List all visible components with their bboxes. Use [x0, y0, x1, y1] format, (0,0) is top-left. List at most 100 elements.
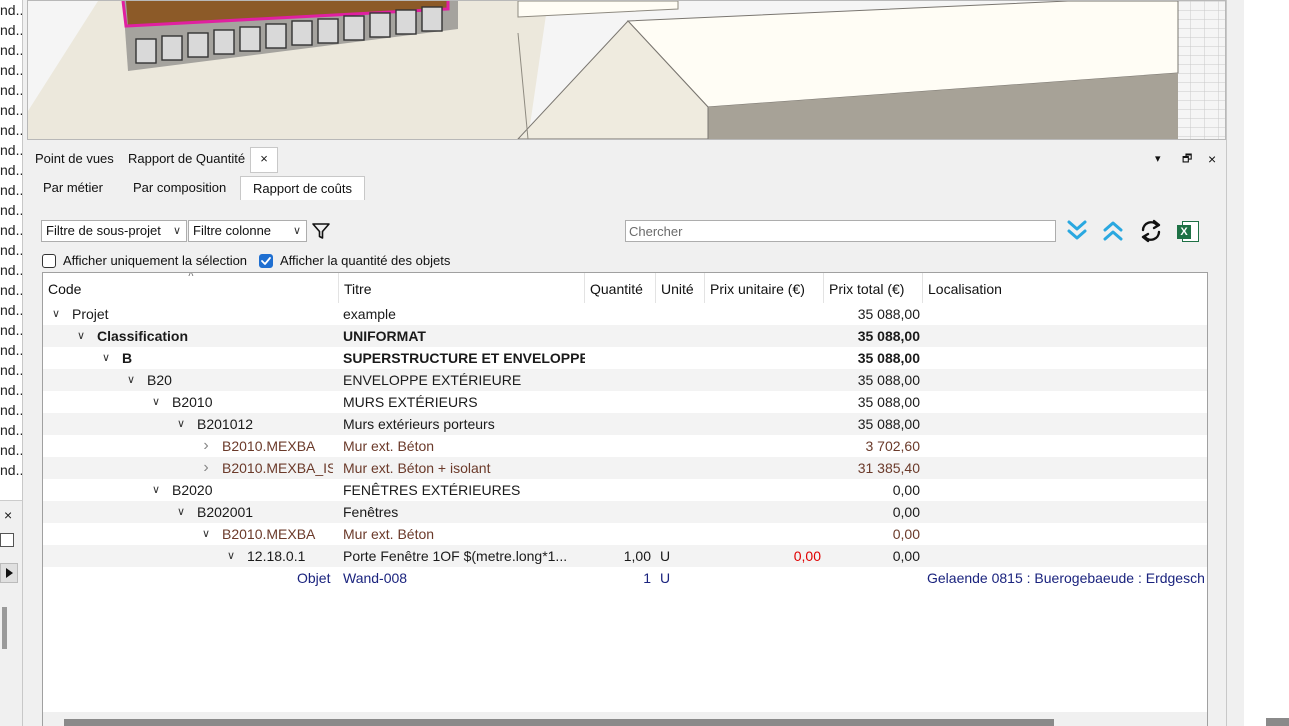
chevron-down-icon[interactable]: ∨	[49, 303, 63, 325]
cell-code: B2010.MEXBA_IS	[222, 460, 333, 476]
panel-close-icon[interactable]: ×	[1208, 150, 1216, 168]
left-list-item[interactable]: nd..	[0, 380, 22, 400]
chevron-down-icon[interactable]: ∨	[74, 325, 88, 347]
tab-point-de-vues[interactable]: Point de vues	[35, 146, 114, 172]
panel-menu-icon[interactable]: ▾	[1155, 150, 1161, 168]
show-selection-only-checkbox[interactable]	[42, 254, 56, 268]
refresh-icon[interactable]	[1138, 218, 1164, 244]
chevron-down-icon[interactable]: ∨	[199, 523, 213, 545]
left-list-item[interactable]: nd..	[0, 120, 22, 140]
left-list-item[interactable]: nd..	[0, 280, 22, 300]
table-row[interactable]: ∨ B2010.MEXBA Mur ext. Béton 0,00	[43, 523, 1207, 545]
cell-code: B201012	[197, 416, 254, 432]
chevron-down-icon[interactable]: ∨	[99, 347, 113, 369]
expand-all-icon[interactable]	[1065, 218, 1089, 244]
chevron-down-icon[interactable]: ∨	[149, 479, 163, 501]
filter-icon[interactable]	[311, 221, 331, 241]
left-list-item[interactable]: nd..	[0, 360, 22, 380]
left-list-item[interactable]: nd..	[0, 420, 22, 440]
left-list-item[interactable]: nd..	[0, 0, 22, 20]
left-play-button[interactable]	[0, 563, 18, 583]
cell-total: 0,00	[892, 482, 920, 498]
cell-loc	[927, 391, 1207, 413]
table-row[interactable]: ∨ B2010 MURS EXTÉRIEURS 35 088,00	[43, 391, 1207, 413]
left-tool-icon[interactable]	[0, 533, 14, 547]
search-input[interactable]	[625, 220, 1056, 242]
left-list-item[interactable]: nd..	[0, 260, 22, 280]
excel-icon[interactable]: X	[1175, 219, 1201, 244]
column-filter-select[interactable]: Filtre colonne ∨	[188, 220, 307, 242]
column-header-prix-unitaire[interactable]: Prix unitaire (€)	[705, 273, 824, 303]
left-list-item[interactable]: nd..	[0, 160, 22, 180]
table-row[interactable]: ∨ B2020 FENÊTRES EXTÉRIEURES 0,00	[43, 479, 1207, 501]
table-row[interactable]: › B2010.MEXBA Mur ext. Béton 3 702,60	[43, 435, 1207, 457]
column-header-titre[interactable]: Titre	[339, 273, 585, 303]
chevron-down-icon[interactable]: ∨	[224, 545, 238, 567]
table-row[interactable]: Objet Wand-008 1 U Gelaende 0815 : Buerogeba…	[43, 567, 1207, 589]
subproject-filter-label: Filtre de sous-projet	[46, 223, 161, 238]
column-header-unite[interactable]: Unité	[656, 273, 705, 303]
left-list-item[interactable]: nd..	[0, 440, 22, 460]
right-scroll-thumb[interactable]	[1266, 718, 1289, 726]
left-list-item[interactable]: nd..	[0, 200, 22, 220]
right-divider[interactable]	[1226, 0, 1246, 726]
table-row[interactable]: ∨ 12.18.0.1 Porte Fenêtre 1OF $(metre.long…	[43, 545, 1207, 567]
subproject-filter-select[interactable]: Filtre de sous-projet ∨	[41, 220, 187, 242]
left-list-item[interactable]: nd..	[0, 300, 22, 320]
tab-par-composition[interactable]: Par composition	[121, 176, 238, 199]
cell-qty	[585, 501, 651, 523]
chevron-right-icon[interactable]: ›	[199, 435, 213, 457]
chevron-down-icon[interactable]: ∨	[174, 413, 188, 435]
left-list: nd.. nd.. nd.. nd.. nd.. nd.. nd.. nd.. nd.. nd..…	[0, 0, 22, 492]
tab-par-metier[interactable]: Par métier	[31, 176, 115, 199]
left-list-item[interactable]: nd..	[0, 240, 22, 260]
cell-loc	[927, 545, 1207, 567]
chevron-down-icon[interactable]: ∨	[124, 369, 138, 391]
chevron-right-icon[interactable]: ›	[199, 457, 213, 479]
show-selection-only-label: Afficher uniquement la sélection	[63, 253, 248, 268]
left-list-item[interactable]: nd..	[0, 340, 22, 360]
left-list-item[interactable]: nd..	[0, 20, 22, 40]
left-list-item[interactable]: nd..	[0, 320, 22, 340]
table-row[interactable]: ∨ B202001 Fenêtres 0,00	[43, 501, 1207, 523]
cell-code: B20	[147, 372, 172, 388]
tab-close-button[interactable]: ×	[250, 147, 278, 173]
table-row[interactable]: › B2010.MEXBA_IS Mur ext. Béton + isolant 3…	[43, 457, 1207, 479]
collapse-all-icon[interactable]	[1101, 218, 1125, 244]
table-row[interactable]: ∨ B20 ENVELOPPE EXTÉRIEURE 35 088,00	[43, 369, 1207, 391]
3d-viewport[interactable]	[27, 0, 1226, 140]
horizontal-scroll-thumb[interactable]	[64, 719, 1054, 726]
cell-code: B2010.MEXBA	[222, 438, 316, 454]
cell-qty: 1,00	[623, 548, 651, 564]
left-list-item[interactable]: nd..	[0, 180, 22, 200]
play-icon	[6, 568, 13, 578]
cell-total: 35 088,00	[857, 394, 920, 410]
show-object-quantity-checkbox[interactable]	[259, 254, 273, 268]
left-list-item[interactable]: nd..	[0, 80, 22, 100]
cell-title: MURS EXTÉRIEURS	[343, 394, 478, 410]
table-row[interactable]: ∨ B201012 Murs extérieurs porteurs 35 088,0…	[43, 413, 1207, 435]
column-header-quantite[interactable]: Quantité	[585, 273, 656, 303]
chevron-down-icon[interactable]: ∨	[149, 391, 163, 413]
tab-rapport-de-couts[interactable]: Rapport de coûts	[240, 176, 366, 201]
left-close-icon[interactable]: ×	[4, 507, 12, 523]
left-list-item[interactable]: nd..	[0, 100, 22, 120]
left-list-item[interactable]: nd..	[0, 460, 22, 480]
left-scrollbar[interactable]	[2, 607, 7, 649]
table-row[interactable]: ∨ B SUPERSTRUCTURE ET ENVELOPPE 35 088,00	[43, 347, 1207, 369]
cell-unit	[660, 325, 705, 347]
left-list-item[interactable]: nd..	[0, 220, 22, 240]
left-list-item[interactable]: nd..	[0, 40, 22, 60]
table-row[interactable]: ∨ Projet example 35 088,00	[43, 303, 1207, 325]
left-list-item[interactable]: nd..	[0, 60, 22, 80]
tab-rapport-de-quantite[interactable]: Rapport de Quantité	[128, 146, 245, 172]
panel-restore-icon[interactable]: 🗗	[1182, 150, 1192, 168]
chevron-down-icon[interactable]: ∨	[174, 501, 188, 523]
column-header-localisation[interactable]: Localisation	[923, 273, 1207, 303]
column-header-prix-total[interactable]: Prix total (€)	[824, 273, 923, 303]
table-row[interactable]: ∨ Classification UNIFORMAT 35 088,00	[43, 325, 1207, 347]
left-list-item[interactable]: nd..	[0, 400, 22, 420]
left-list-item[interactable]: nd..	[0, 140, 22, 160]
cell-unit-price	[705, 325, 821, 347]
cell-total: 35 088,00	[857, 306, 920, 322]
